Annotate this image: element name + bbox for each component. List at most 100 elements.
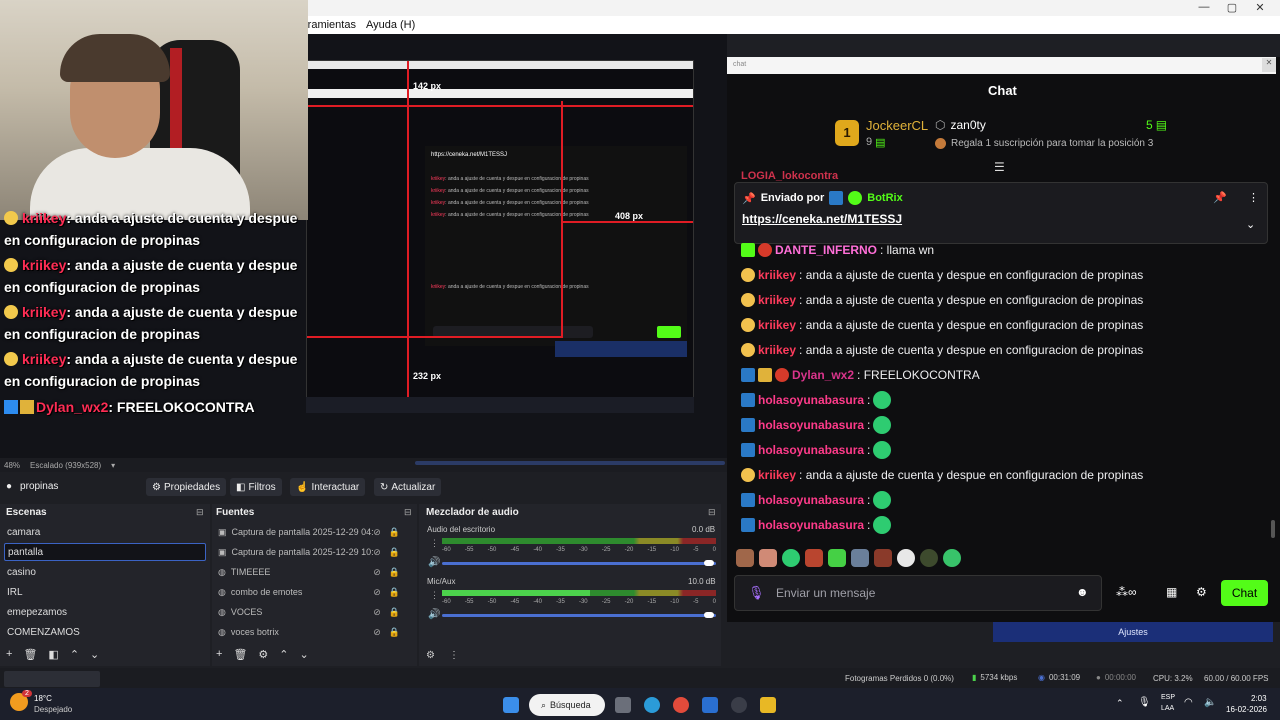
eye-off-icon[interactable]: ⊘	[373, 627, 381, 638]
chevron-up-icon[interactable]: ⌃	[279, 648, 288, 661]
emote-icon[interactable]	[851, 549, 869, 567]
send-chat-button[interactable]: Chat	[1221, 580, 1268, 606]
emote-icon[interactable]	[736, 549, 754, 567]
obs-icon[interactable]	[731, 697, 747, 713]
emote-icon[interactable]	[874, 549, 892, 567]
add-icon[interactable]: +	[216, 648, 222, 661]
source-item[interactable]: ◍ combo de emotes ⊘ 🔒	[218, 583, 404, 601]
slider-knob[interactable]	[704, 612, 714, 618]
lock-icon[interactable]: 🔒	[389, 587, 400, 598]
source-item[interactable]: ◍ VOCES ⊘ 🔒	[218, 603, 404, 621]
lock-icon[interactable]: 🔒	[389, 627, 400, 638]
filters-button[interactable]: ◧ Filtros	[230, 478, 282, 496]
emote-icon[interactable]	[828, 549, 846, 567]
microphone-icon[interactable]: 🎙	[748, 585, 765, 601]
menu-item-help[interactable]: Ayuda (H)	[366, 19, 415, 31]
eye-off-icon[interactable]: ⊘	[373, 567, 381, 578]
scene-item[interactable]: IRL	[4, 583, 206, 601]
eye-off-icon[interactable]: ⊘	[373, 607, 381, 618]
zoom-percent[interactable]: 48%	[4, 461, 20, 470]
pin-icon[interactable]: 📌	[1213, 191, 1227, 204]
scene-item-active[interactable]: pantalla	[4, 543, 206, 561]
chat-input[interactable]: Enviar un mensaje	[776, 586, 875, 600]
scene-item[interactable]: camara	[4, 523, 206, 541]
source-item[interactable]: ▣ Captura de pantalla 2025-12-29 04: ⊘ 🔒	[218, 523, 404, 541]
lock-icon[interactable]: 🔒	[389, 547, 400, 558]
eye-off-icon[interactable]: ⊘	[373, 587, 381, 598]
chevron-down-icon[interactable]: ⌄	[1246, 218, 1255, 231]
emote-icon[interactable]	[920, 549, 938, 567]
dock-menu-icon[interactable]: ⊟	[708, 507, 716, 518]
users-infinity-icon[interactable]: ⁂∞	[1116, 585, 1137, 599]
top-gifter-name[interactable]: JockeerCL	[866, 118, 928, 133]
more-vertical-icon[interactable]: ⋮	[449, 650, 459, 661]
collapse-handle-icon[interactable]: ☰	[994, 160, 1005, 174]
eye-off-icon[interactable]: ⊘	[373, 547, 381, 558]
source-item[interactable]: ▣ Captura de pantalla 2025-12-29 10: ⊘ 🔒	[218, 543, 404, 561]
chat-scrollbar[interactable]	[1271, 520, 1275, 538]
clock-date[interactable]: 16-02-2026	[1226, 705, 1267, 714]
more-vertical-icon[interactable]: ⋮	[1248, 191, 1259, 204]
dock-menu-icon[interactable]: ⊟	[196, 507, 204, 518]
lock-icon[interactable]: 🔒	[389, 607, 400, 618]
windows-start-icon[interactable]	[503, 697, 519, 713]
scene-item[interactable]: emepezamos	[4, 603, 206, 621]
chat-address-bar[interactable]: chat	[727, 57, 1276, 74]
menu-item-tools[interactable]: rramientas	[304, 19, 356, 31]
settings-button[interactable]: Ajustes	[993, 622, 1273, 642]
trash-icon[interactable]: 🗑	[233, 648, 247, 661]
emote-icon[interactable]	[759, 549, 777, 567]
minimize-icon[interactable]: —	[1196, 1, 1212, 13]
chevron-up-icon[interactable]: ⌃	[1116, 698, 1124, 709]
task-view-icon[interactable]	[615, 697, 631, 713]
mic-volume-slider[interactable]	[442, 614, 716, 617]
emote-icon[interactable]	[782, 549, 800, 567]
gear-icon[interactable]: ⚙	[258, 648, 268, 661]
preview-scrollbar[interactable]	[415, 461, 725, 465]
second-gifter[interactable]: ⬡ zan0ty	[935, 118, 986, 132]
more-vertical-icon[interactable]: ⋮	[430, 538, 439, 549]
speaker-icon[interactable]: 🔊	[428, 609, 440, 620]
source-item[interactable]: ◍ voces botrix ⊘ 🔒	[218, 623, 404, 641]
trash-icon[interactable]: 🗑	[23, 648, 37, 661]
gear-icon[interactable]: ⚙	[426, 650, 435, 661]
emote-icon[interactable]	[943, 549, 961, 567]
filter-icon[interactable]: ◧	[48, 648, 58, 661]
properties-button[interactable]: ⚙ Propiedades	[146, 478, 227, 496]
folder-icon[interactable]	[760, 697, 776, 713]
scale-label[interactable]: Escalado (939x528)	[30, 461, 101, 470]
chevron-up-icon[interactable]: ⌃	[70, 648, 79, 661]
scene-item[interactable]: casino	[4, 563, 206, 581]
wifi-icon[interactable]: ◠	[1184, 697, 1193, 708]
emote-icon[interactable]	[805, 549, 823, 567]
microphone-icon[interactable]: 🎙	[1138, 697, 1151, 708]
clock-time[interactable]: 2:03	[1251, 694, 1267, 703]
dock-menu-icon[interactable]: ⊟	[404, 507, 412, 518]
scene-item[interactable]: COMENZAMOS	[4, 623, 206, 641]
chevron-down-icon[interactable]: ⌄	[300, 648, 309, 661]
chevron-down-icon[interactable]: ⌄	[90, 648, 99, 661]
lock-icon[interactable]: 🔒	[389, 527, 400, 538]
pinned-link[interactable]: https://ceneka.net/M1TESSJ	[742, 212, 902, 226]
speaker-icon[interactable]: 🔊	[428, 557, 440, 568]
maximize-icon[interactable]: ▢	[1224, 1, 1240, 14]
slider-knob[interactable]	[704, 560, 714, 566]
close-icon[interactable]: ✕	[1262, 58, 1276, 72]
language-code[interactable]: ESP	[1161, 694, 1175, 701]
emoji-picker-icon[interactable]: ☻	[1076, 585, 1089, 599]
more-vertical-icon[interactable]: ⋮	[430, 590, 439, 601]
language-sub[interactable]: LAA	[1161, 705, 1174, 712]
gear-icon[interactable]: ⚙	[1196, 585, 1207, 599]
speaker-icon[interactable]: 🔈	[1204, 697, 1216, 708]
eye-off-icon[interactable]: ⊘	[373, 527, 381, 538]
emote-icon[interactable]	[897, 549, 915, 567]
refresh-button[interactable]: ↻ Actualizar	[374, 478, 442, 496]
store-icon[interactable]: ▦	[1166, 585, 1177, 599]
edge-icon[interactable]	[644, 697, 660, 713]
source-item[interactable]: ◍ TIMEEEE ⊘ 🔒	[218, 563, 404, 581]
interact-button[interactable]: ☝ Interactuar	[290, 478, 366, 496]
desktop-volume-slider[interactable]	[442, 562, 716, 565]
chrome-icon[interactable]	[673, 697, 689, 713]
add-icon[interactable]: +	[6, 648, 12, 661]
taskbar-search[interactable]: ⌕ Búsqueda	[529, 694, 605, 716]
